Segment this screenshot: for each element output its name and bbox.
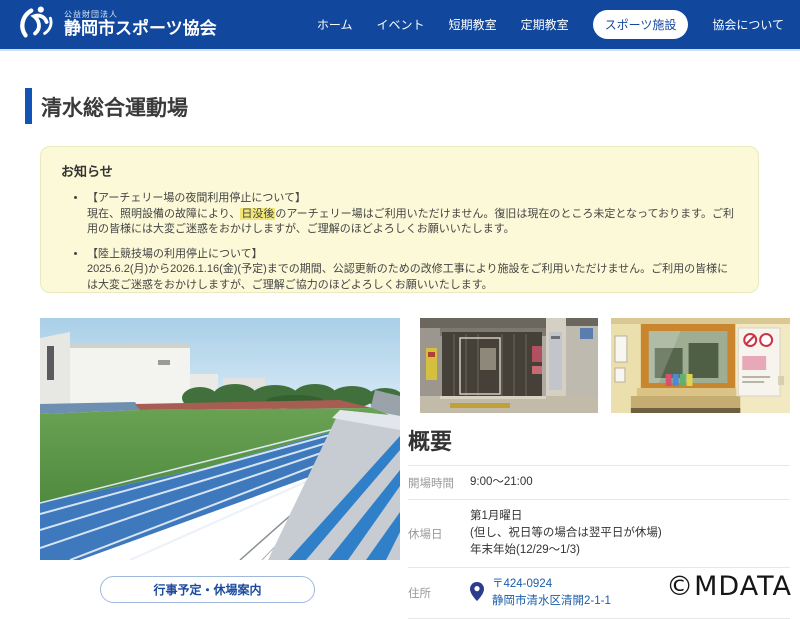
notice-body-text: 現在、照明設備の故障により、 <box>87 207 241 220</box>
nav-item-short-classes[interactable]: 短期教室 <box>449 16 497 33</box>
association-logo-icon <box>16 1 58 48</box>
nav-item-regular-classes[interactable]: 定期教室 <box>521 16 569 33</box>
nav-item-home[interactable]: ホーム <box>317 16 353 33</box>
street-address[interactable]: 静岡市清水区清開2-1-1 <box>492 593 611 610</box>
highlighted-text: 日没後 <box>240 207 276 220</box>
schedule-button[interactable]: 行事予定・休場案内 <box>100 576 315 603</box>
notice-title: お知らせ <box>61 164 113 179</box>
nav-item-events[interactable]: イベント <box>377 16 425 33</box>
page-title: 清水総合運動場 <box>41 97 188 120</box>
page-title-accent-bar <box>25 88 32 124</box>
notice-item-track: 【陸上競技場の利用停止について】 2025.6.2(月)から2026.1.16(… <box>87 247 738 294</box>
notice-list: 【アーチェリー場の夜間利用停止について】 現在、照明設備の故障により、日没後のア… <box>87 191 738 293</box>
overview-row-hours: 開場時間 9:00～21:00 <box>408 466 790 500</box>
main-nav: ホーム イベント 短期教室 定期教室 スポーツ施設 協会について <box>317 10 784 39</box>
site-header: 公益財団法人 静岡市スポーツ協会 ホーム イベント 短期教室 定期教室 スポーツ… <box>0 0 800 51</box>
nav-item-sports-facilities[interactable]: スポーツ施設 <box>592 10 689 39</box>
notice-item-heading: 【アーチェリー場の夜間利用停止について】 <box>87 192 307 204</box>
notice-item-body: 2025.6.2(月)から2026.1.16(金)(予定)までの期間、公認更新の… <box>87 263 729 291</box>
entrance-photo <box>420 318 598 413</box>
row-label: 開場時間 <box>408 477 454 490</box>
notice-item-heading: 【陸上競技場の利用停止について】 <box>87 247 263 260</box>
reception-photo <box>611 318 790 413</box>
notice-item-archery: 【アーチェリー場の夜間利用停止について】 現在、照明設備の故障により、日没後のア… <box>87 191 738 238</box>
closed-days-line: 年末年始(12/29～1/3) <box>470 544 580 556</box>
site-logo[interactable]: 公益財団法人 静岡市スポーツ協会 <box>16 1 217 48</box>
address-link[interactable]: 〒424-0924 静岡市清水区清開2-1-1 <box>492 576 611 610</box>
row-label: 休場日 <box>408 528 443 541</box>
row-value: 第1月曜日 (但し、祝日等の場合は翌平日が休場) 年末年始(12/29～1/3) <box>470 508 662 559</box>
postal-code[interactable]: 〒424-0924 <box>492 576 611 593</box>
map-pin-icon <box>470 582 484 604</box>
nav-item-about[interactable]: 協会について <box>712 16 784 33</box>
overview-row-closed-days: 休場日 第1月曜日 (但し、祝日等の場合は翌平日が休場) 年末年始(12/29～… <box>408 500 790 568</box>
notice-box: お知らせ 【アーチェリー場の夜間利用停止について】 現在、照明設備の故障により、… <box>40 146 759 293</box>
org-type-label: 公益財団法人 <box>64 10 118 20</box>
watermark: ©MDATA <box>666 571 792 602</box>
org-name-label: 静岡市スポーツ協会 <box>64 19 217 39</box>
overview-title: 概要 <box>408 424 790 466</box>
notice-item-body: 現在、照明設備の故障により、日没後のアーチェリー場はご利用いただけません。復旧は… <box>87 207 738 238</box>
closed-days-line: (但し、祝日等の場合は翌平日が休場) <box>470 527 662 539</box>
closed-days-line: 第1月曜日 <box>470 510 523 522</box>
stadium-photo <box>40 318 400 560</box>
row-value: 9:00～21:00 <box>470 476 533 488</box>
row-label: 住所 <box>408 588 431 600</box>
